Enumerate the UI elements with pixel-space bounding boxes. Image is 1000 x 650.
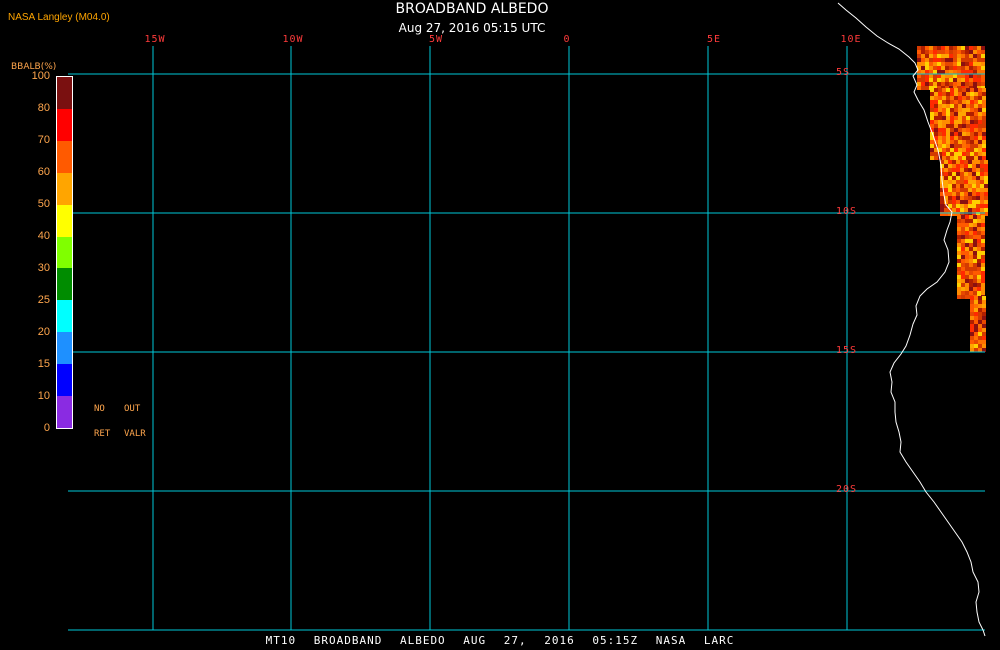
- lon-label-10w: 10W: [282, 34, 304, 45]
- colorbar-tick-label: 25: [37, 294, 50, 306]
- colorbar-tick-label: 60: [37, 166, 50, 178]
- graticule: [68, 46, 985, 631]
- lon-label-5w: 5W: [428, 34, 444, 45]
- colorbar-tick-label: 10: [37, 390, 50, 402]
- colorbar-segment: [57, 332, 72, 365]
- colorbar-segment: [57, 77, 72, 110]
- colorbar-tick-label: 30: [37, 262, 50, 274]
- no-retrieval-label-2: RET: [94, 429, 111, 439]
- no-retrieval-label-1: NO: [94, 404, 105, 414]
- out-of-range-label-1: OUT: [124, 404, 141, 414]
- colorbar-tick-label: 100: [31, 70, 50, 82]
- lat-label-10s: 10S: [836, 206, 858, 217]
- colorbar-tick-label: 20: [37, 326, 50, 338]
- map-canvas: [68, 2, 988, 637]
- colorbar: [56, 76, 73, 429]
- colorbar-segment: [57, 300, 72, 333]
- lat-label-15s: 15S: [836, 345, 858, 356]
- lat-label-20s: 20S: [836, 484, 858, 495]
- lon-label-15w: 15W: [144, 34, 166, 45]
- colorbar-tick-label: 40: [37, 230, 50, 242]
- lon-label-0: 0: [563, 34, 571, 45]
- out-of-range-label-2: VALR: [124, 429, 146, 439]
- colorbar-tick-label: 50: [37, 198, 50, 210]
- colorbar-segment: [57, 236, 72, 269]
- colorbar-segment: [57, 108, 72, 142]
- colorbar-tick-label: 15: [37, 358, 50, 370]
- lon-label-10e: 10E: [840, 34, 862, 45]
- colorbar-tick-label: 80: [37, 102, 50, 114]
- lat-label-5s: 5S: [836, 67, 851, 78]
- colorbar-segment: [57, 268, 72, 301]
- colorbar-tick-label: 70: [37, 134, 50, 146]
- colorbar-segment: [57, 172, 72, 206]
- colorbar-segment: [57, 204, 72, 238]
- colorbar-segment: [57, 396, 72, 429]
- footer-caption: MT10 BROADBAND ALBEDO AUG 27, 2016 05:15…: [265, 634, 735, 647]
- colorbar-segment: [57, 140, 72, 174]
- albedo-data-field: [917, 46, 988, 352]
- colorbar-segment: [57, 364, 72, 397]
- colorbar-tick-label: 0: [43, 422, 50, 434]
- lon-label-5e: 5E: [706, 34, 722, 45]
